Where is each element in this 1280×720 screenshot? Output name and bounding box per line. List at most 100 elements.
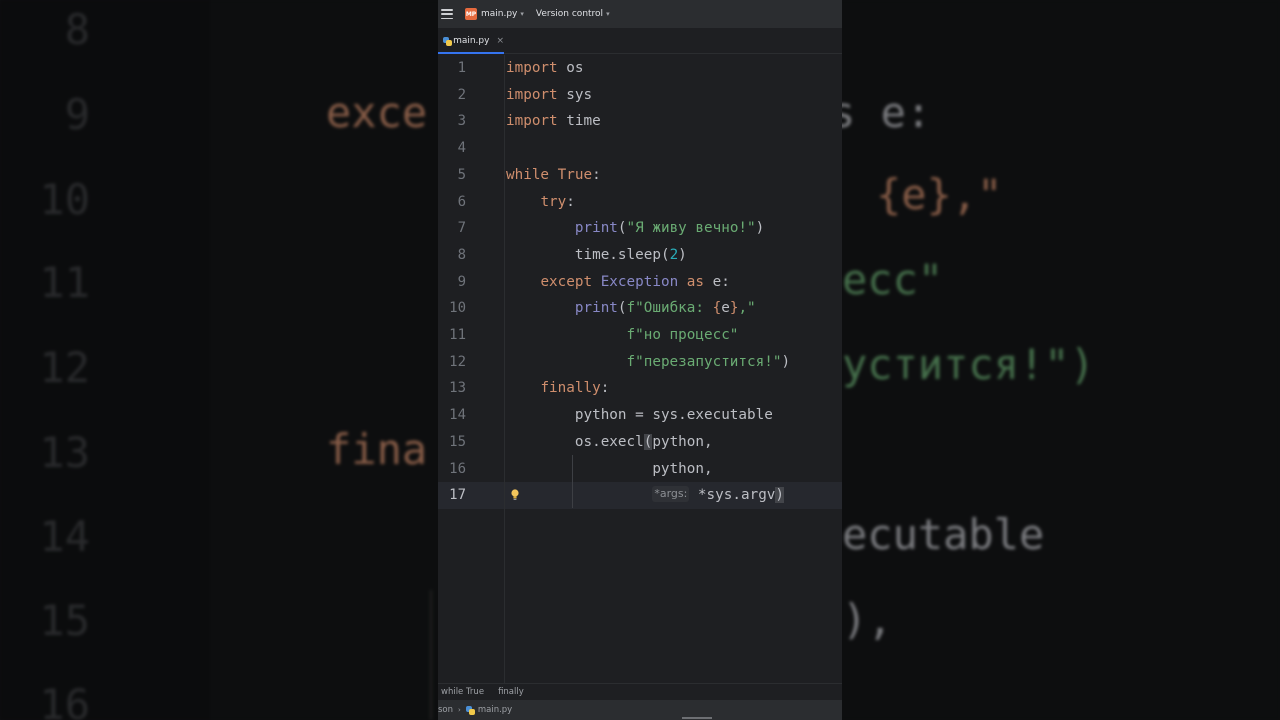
code-editor[interactable]: 1 2 3 4 5 6 7 8 9 10 11 12 13 14 15 16 1… [438, 55, 842, 683]
status-file[interactable]: main.py [478, 705, 512, 715]
code-line[interactable]: try: [506, 189, 575, 216]
line-number: 3 [457, 113, 466, 130]
matched-bracket: ) [775, 487, 785, 504]
tab-label: main.py [453, 36, 490, 46]
active-tab-indicator [438, 52, 504, 54]
line-number: 2 [457, 86, 466, 103]
code-token: ) [781, 353, 791, 370]
code-token: except [540, 273, 593, 290]
code-token: 2 [669, 246, 679, 263]
code-token: Exception [600, 273, 679, 290]
project-badge: MP [465, 8, 477, 20]
code-line[interactable]: print(f"Ошибка: {e}," [506, 295, 756, 322]
code-line[interactable]: import os [506, 55, 583, 82]
line-number: 9 [457, 273, 466, 290]
line-number: 13 [449, 380, 466, 397]
code-token: python, [652, 433, 713, 450]
code-line[interactable]: time.sleep(2) [506, 242, 687, 269]
code-token: True [557, 166, 593, 183]
line-number: 11 [449, 327, 466, 343]
code-token: as [686, 273, 704, 290]
tab-main-py[interactable]: main.py × [438, 28, 504, 54]
editor-tab-bar: main.py × [438, 28, 842, 54]
code-line[interactable]: finally: [506, 375, 609, 402]
breadcrumb-while-true[interactable]: while True [441, 687, 484, 697]
code-token: import [506, 60, 558, 76]
python-file-icon [443, 36, 452, 46]
line-number-current: 17 [449, 487, 466, 504]
line-number: 6 [457, 193, 466, 210]
status-bar: son › main.py [438, 700, 842, 720]
code-line-current[interactable]: *args: *sys.argv) [506, 482, 785, 509]
code-line[interactable]: import time [506, 108, 601, 135]
main-menu-icon[interactable] [441, 9, 453, 19]
code-line[interactable]: while True: [506, 162, 601, 189]
code-token: e [721, 300, 730, 317]
code-token: f"Ошибка: [626, 300, 713, 317]
code-token: *sys.argv [689, 487, 776, 504]
code-token: finally [540, 380, 601, 397]
code-token: : [592, 166, 601, 183]
code-line[interactable]: f"но процесс" [506, 322, 739, 349]
gutter-separator [504, 55, 505, 683]
code-token: python = sys.executable [574, 407, 773, 424]
project-selector[interactable]: main.py [481, 9, 517, 19]
code-line[interactable]: f"перезапустится!") [506, 349, 791, 376]
parameter-hint: *args: [652, 486, 690, 503]
code-token: time [557, 113, 601, 130]
code-token: { [712, 300, 722, 317]
code-line[interactable]: import sys [506, 82, 592, 109]
breadcrumb: while True finally [438, 683, 842, 700]
chevron-down-icon: ▾ [520, 10, 524, 18]
lightbulb-icon[interactable] [510, 488, 520, 502]
code-line[interactable]: print("Я живу вечно!") [506, 215, 764, 242]
chevron-right-icon: › [458, 706, 461, 714]
line-number: 5 [457, 166, 466, 183]
code-token: python, [652, 460, 713, 477]
line-number: 4 [457, 140, 466, 157]
code-token: os [557, 60, 584, 76]
code-token: f"перезапустится!" [626, 353, 782, 370]
code-line[interactable]: python, [506, 456, 713, 483]
line-number: 10 [449, 300, 466, 317]
code-token: try [540, 193, 567, 210]
line-number: 8 [457, 246, 466, 263]
code-line[interactable]: except Exception as e: [506, 269, 730, 296]
breadcrumb-finally[interactable]: finally [498, 687, 524, 697]
ide-window: MP main.py ▾ Version control ▾ main.py ×… [438, 0, 842, 720]
code-token: import [506, 86, 558, 103]
code-token: : [566, 193, 575, 210]
code-token: print [574, 220, 618, 237]
python-file-icon [465, 705, 475, 715]
code-token: : [600, 380, 610, 397]
code-token: time.sleep( [574, 246, 670, 263]
close-icon[interactable]: × [496, 36, 504, 46]
line-number: 7 [457, 220, 466, 237]
code-token: "Я живу вечно!" [626, 220, 756, 237]
code-token: print [574, 300, 618, 317]
code-token: while [506, 166, 550, 183]
code-line[interactable]: os.execl(python, [506, 429, 713, 456]
version-control-menu[interactable]: Version control [536, 9, 603, 19]
line-number: 1 [457, 60, 466, 76]
code-line[interactable]: python = sys.executable [506, 402, 773, 429]
line-number: 14 [449, 407, 466, 424]
code-token: os.execl [574, 433, 644, 450]
code-token: ) [678, 246, 687, 263]
code-token: sys [557, 86, 593, 103]
status-project[interactable]: son [438, 705, 453, 715]
home-indicator [682, 717, 712, 719]
code-token: ," [738, 300, 756, 317]
code-token: e: [704, 273, 730, 290]
